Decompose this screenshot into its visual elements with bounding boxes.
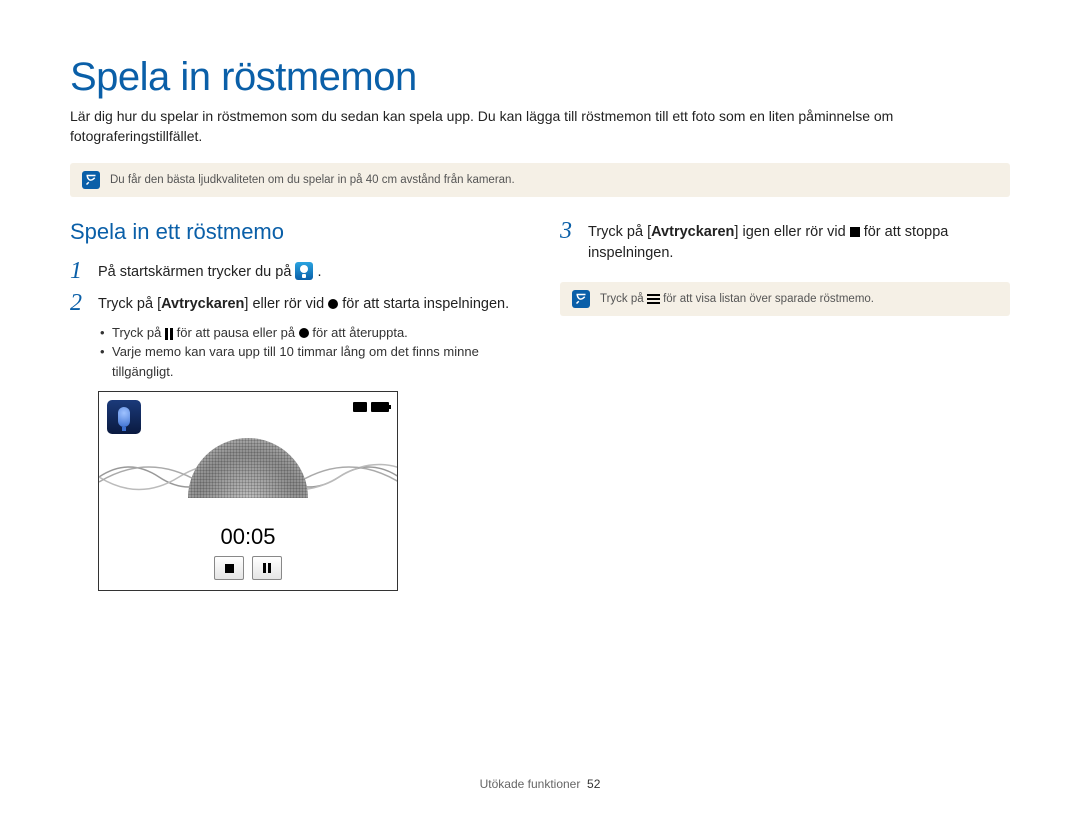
note-icon bbox=[82, 171, 100, 189]
step-1-text: På startskärmen trycker du på . bbox=[98, 259, 322, 283]
record-icon bbox=[328, 299, 338, 309]
step-3: 3 Tryck på [Avtryckaren] igen eller rör … bbox=[560, 219, 1010, 264]
stop-button[interactable] bbox=[214, 556, 244, 580]
shutter-label: Avtryckaren bbox=[651, 224, 734, 240]
section-title: Spela in ett röstmemo bbox=[70, 219, 520, 245]
sub-item: Varje memo kan vara upp till 10 timmar l… bbox=[100, 342, 520, 381]
pause-button[interactable] bbox=[252, 556, 282, 580]
sub-item: Tryck på för att pausa eller på för att … bbox=[100, 323, 520, 343]
text-fragment: ] eller rör vid bbox=[244, 296, 324, 312]
text-fragment: Tryck på bbox=[112, 325, 161, 340]
note-icon bbox=[572, 290, 590, 308]
voice-app-button bbox=[107, 400, 141, 434]
list-icon bbox=[647, 294, 660, 306]
note-right: Tryck på för att visa listan över sparad… bbox=[560, 282, 1010, 316]
recording-timer: 00:05 bbox=[99, 524, 397, 550]
step-2: 2 Tryck på [Avtryckaren] eller rör vid f… bbox=[70, 291, 520, 315]
text-fragment: för att pausa eller på bbox=[177, 325, 296, 340]
text-fragment: Tryck på [ bbox=[98, 296, 161, 312]
step-1: 1 På startskärmen trycker du på . bbox=[70, 259, 520, 283]
text-fragment: för att återuppta. bbox=[312, 325, 407, 340]
manual-page: Spela in röstmemon Lär dig hur du spelar… bbox=[0, 0, 1080, 815]
stop-icon bbox=[225, 564, 234, 573]
columns: Spela in ett röstmemo 1 På startskärmen … bbox=[70, 219, 1010, 592]
voice-app-icon bbox=[295, 262, 313, 280]
text-fragment: för att visa listan över sparade röstmem… bbox=[663, 293, 874, 305]
recording-controls bbox=[214, 556, 282, 580]
page-title: Spela in röstmemon bbox=[70, 55, 1010, 100]
pause-icon bbox=[165, 328, 173, 340]
text-fragment: Tryck på [ bbox=[588, 224, 651, 240]
pause-icon bbox=[263, 563, 271, 573]
mic-icon bbox=[118, 407, 130, 427]
footer-page-number: 52 bbox=[587, 777, 600, 791]
battery-icon bbox=[371, 402, 389, 412]
sd-card-icon bbox=[353, 402, 367, 412]
step-1-label: På startskärmen trycker du på bbox=[98, 264, 291, 280]
record-icon bbox=[299, 328, 309, 338]
left-column: Spela in ett röstmemo 1 På startskärmen … bbox=[70, 219, 520, 592]
text-fragment: för att starta inspelningen. bbox=[342, 296, 509, 312]
text-fragment: ] igen eller rör vid bbox=[734, 224, 845, 240]
step-2-text: Tryck på [Avtryckaren] eller rör vid för… bbox=[98, 291, 509, 315]
step-number: 3 bbox=[560, 219, 576, 243]
note-top-text: Du får den bästa ljudkvaliteten om du sp… bbox=[110, 174, 515, 186]
step-number: 1 bbox=[70, 259, 86, 283]
page-footer: Utökade funktioner 52 bbox=[0, 777, 1080, 791]
text-fragment: Tryck på bbox=[600, 293, 644, 305]
footer-section: Utökade funktioner bbox=[480, 777, 581, 791]
right-column: 3 Tryck på [Avtryckaren] igen eller rör … bbox=[560, 219, 1010, 592]
status-bar bbox=[353, 402, 389, 412]
step-2-sublist: Tryck på för att pausa eller på för att … bbox=[70, 323, 520, 382]
intro-text: Lär dig hur du spelar in röstmemon som d… bbox=[70, 106, 1010, 147]
note-right-text: Tryck på för att visa listan över sparad… bbox=[600, 293, 874, 305]
device-screenshot: 00:05 bbox=[98, 391, 398, 591]
stop-icon bbox=[850, 227, 860, 237]
note-top: Du får den bästa ljudkvaliteten om du sp… bbox=[70, 163, 1010, 197]
step-number: 2 bbox=[70, 291, 86, 315]
shutter-label: Avtryckaren bbox=[161, 296, 244, 312]
step-3-text: Tryck på [Avtryckaren] igen eller rör vi… bbox=[588, 219, 1010, 264]
